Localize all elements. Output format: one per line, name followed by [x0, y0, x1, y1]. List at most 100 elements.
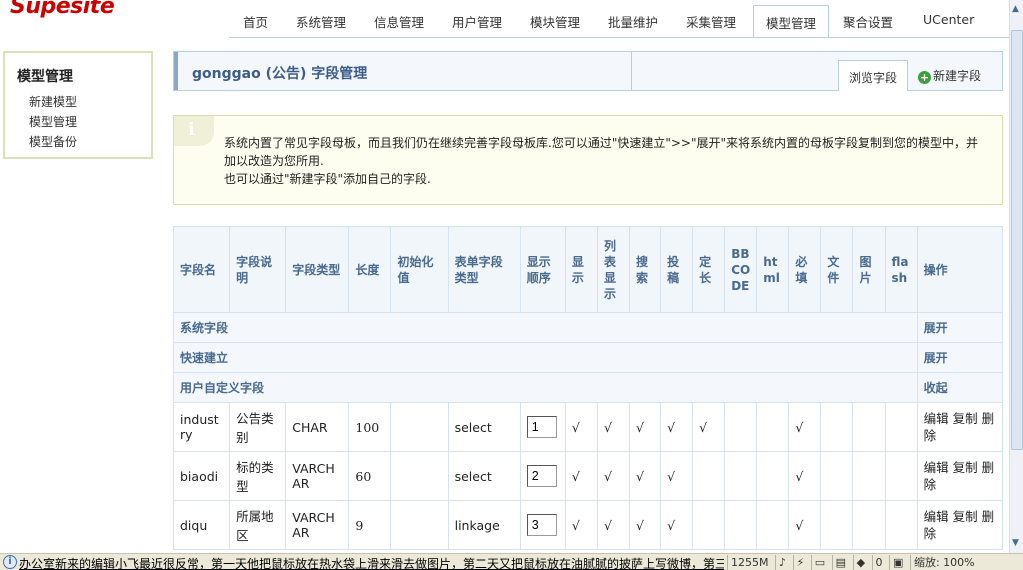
- col-bbcode: BBCODE: [724, 226, 758, 313]
- scroll-up-arrow-icon[interactable]: ▲: [1012, 4, 1019, 14]
- nav-models[interactable]: 模型管理: [753, 5, 830, 38]
- field-type: VARCHAR: [285, 451, 350, 501]
- check-required: √: [788, 500, 822, 550]
- copy-link[interactable]: 复制: [953, 411, 978, 426]
- tab-browse-fields[interactable]: 浏览字段: [838, 60, 909, 91]
- table-row: industry 公告类别 CHAR 100 select √ √ √ √ √ …: [172, 402, 1004, 452]
- check-bbcode: [724, 451, 758, 501]
- field-form-type: select: [447, 451, 521, 501]
- screen-icon[interactable]: ▣: [889, 555, 906, 570]
- col-search: 搜索: [628, 226, 662, 313]
- col-form-type: 表单字段类型: [447, 226, 521, 313]
- scroll-down-arrow-icon[interactable]: ▼: [1012, 538, 1019, 548]
- col-flash: flash: [884, 226, 918, 313]
- nav-divider: [229, 37, 1011, 38]
- field-desc: 所属地区: [229, 500, 287, 550]
- section-custom-fields: 用户自定义字段 收起: [173, 372, 1004, 403]
- header-accent: [174, 52, 178, 90]
- check-flash: [884, 402, 918, 452]
- row-actions: 编辑 复制 删除: [916, 402, 1004, 452]
- sidebar: 模型管理 新建模型 模型管理 模型备份: [3, 51, 153, 159]
- info-icon: i: [174, 116, 214, 146]
- plus-icon: +: [918, 71, 931, 84]
- sidebar-item-backup-models[interactable]: 模型备份: [29, 132, 77, 152]
- page-title: gonggao (公告) 字段管理: [192, 66, 368, 82]
- col-field-type: 字段类型: [285, 226, 350, 313]
- field-length: 9: [348, 500, 392, 550]
- edit-link[interactable]: 编辑: [924, 509, 949, 524]
- copy-link[interactable]: 复制: [953, 460, 978, 475]
- section-quick-build: 快速建立 展开: [173, 342, 1004, 373]
- nav-collect[interactable]: 采集管理: [686, 12, 736, 31]
- check-display: √: [564, 402, 598, 452]
- status-news-ticker[interactable]: 办公室新来的编辑小飞最近很反常，第一天他把鼠标放在热水袋上滑来滑去做图片，第二天…: [19, 555, 724, 570]
- check-bbcode: [724, 500, 758, 550]
- memory-usage: 1255M: [727, 555, 772, 570]
- window-icon[interactable]: ▭: [810, 555, 828, 570]
- nav-aggregate[interactable]: 聚合设置: [843, 12, 893, 31]
- edit-link[interactable]: 编辑: [924, 460, 949, 475]
- vertical-scrollbar[interactable]: ▲ ▼: [1009, 0, 1023, 553]
- nav-home[interactable]: 首页: [243, 12, 268, 31]
- check-list-display: √: [596, 451, 631, 501]
- sidebar-item-new-model[interactable]: 新建模型: [29, 92, 77, 112]
- check-submit: √: [660, 402, 694, 452]
- field-init: [390, 500, 449, 550]
- scroll-thumb[interactable]: [1011, 30, 1023, 450]
- notice-line-1: 系统内置了常见字段母板，而且我们仍在继续完善字段母板库.您可以通过"快速建立">…: [224, 136, 979, 168]
- field-name: diqu: [172, 500, 231, 550]
- col-init-value: 初始化值: [390, 226, 449, 313]
- copy-link[interactable]: 复制: [953, 509, 978, 524]
- field-form-type: linkage: [447, 500, 521, 550]
- display-order-input[interactable]: [526, 514, 557, 536]
- col-image: 图片: [852, 226, 886, 313]
- expand-system-link[interactable]: 展开: [916, 312, 1004, 343]
- collapse-custom-link[interactable]: 收起: [916, 372, 1004, 403]
- folder-icon[interactable]: ▤: [831, 555, 849, 570]
- new-field-button[interactable]: + 新建字段: [918, 67, 981, 84]
- nav-users[interactable]: 用户管理: [452, 12, 502, 31]
- expand-quick-link[interactable]: 展开: [916, 342, 1004, 373]
- field-desc: 标的类型: [229, 451, 287, 501]
- check-html: [756, 500, 790, 550]
- field-type: VARCHAR: [285, 500, 350, 550]
- edit-link[interactable]: 编辑: [924, 411, 949, 426]
- status-bar: i 办公室新来的编辑小飞最近很反常，第一天他把鼠标放在热水袋上滑来滑去做图片，第…: [0, 553, 1023, 570]
- zoom-level[interactable]: 缩放: 100%: [909, 555, 978, 570]
- nav-batch[interactable]: 批量维护: [608, 12, 658, 31]
- nav-info[interactable]: 信息管理: [374, 12, 424, 31]
- check-list-display: √: [596, 500, 631, 550]
- nav-system[interactable]: 系统管理: [296, 12, 346, 31]
- field-length: 60: [348, 451, 392, 501]
- field-form-type: select: [447, 402, 521, 452]
- fields-table: 字段名 字段说明 字段类型 长度 初始化值 表单字段类型 显示顺序 显示 列表显…: [172, 226, 1004, 550]
- check-fixed-length: √: [692, 402, 726, 452]
- check-html: [756, 402, 790, 452]
- nav-ucenter[interactable]: UCenter: [923, 12, 974, 27]
- sound-icon[interactable]: ♪: [775, 555, 789, 570]
- check-image: [852, 402, 886, 452]
- sidebar-item-manage-models[interactable]: 模型管理: [29, 112, 77, 132]
- header-divider: [631, 52, 632, 90]
- check-search: √: [628, 500, 662, 550]
- layers-icon[interactable]: ◆: [852, 555, 868, 570]
- check-fixed-length: [692, 451, 726, 501]
- display-order-input[interactable]: [526, 465, 557, 487]
- page-counter: 0: [871, 555, 886, 570]
- table-header-row: 字段名 字段说明 字段类型 长度 初始化值 表单字段类型 显示顺序 显示 列表显…: [172, 226, 1004, 313]
- check-image: [852, 500, 886, 550]
- table-row: diqu 所属地区 VARCHAR 9 linkage √ √ √ √ √ 编辑…: [172, 500, 1004, 550]
- top-navigation: 首页 系统管理 信息管理 用户管理 模块管理 批量维护 采集管理 模型管理 聚合…: [229, 0, 1009, 38]
- speed-icon[interactable]: ⚡: [792, 555, 808, 570]
- nav-modules[interactable]: 模块管理: [530, 12, 580, 31]
- check-submit: √: [660, 451, 694, 501]
- field-init: [390, 451, 449, 501]
- status-tray: 1255M ♪ ⚡ ▭ ▤ ◆ 0 ▣ 缩放: 100%: [727, 555, 1023, 570]
- display-order-input[interactable]: [526, 416, 557, 438]
- check-required: √: [788, 402, 822, 452]
- supesite-logo[interactable]: Supesite: [10, 0, 115, 19]
- col-file: 文件: [820, 226, 854, 313]
- col-actions: 操作: [916, 226, 1004, 313]
- check-file: [820, 402, 854, 452]
- field-type: CHAR: [285, 402, 350, 452]
